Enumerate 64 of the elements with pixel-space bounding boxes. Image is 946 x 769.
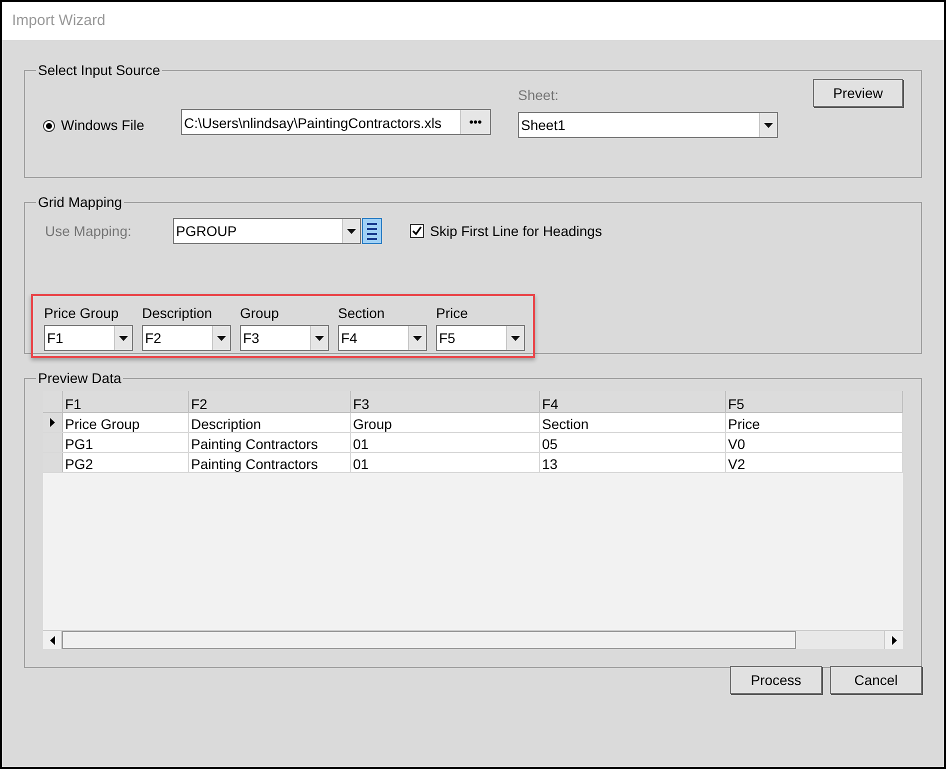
scroll-right-icon[interactable] (884, 631, 903, 649)
preview-button[interactable]: Preview (813, 79, 903, 107)
field-label: Section (338, 304, 386, 323)
horizontal-scrollbar[interactable] (43, 630, 903, 649)
field-combobox[interactable]: F2 (142, 325, 231, 351)
table-cell: Painting Contractors (189, 453, 351, 472)
field-label: Description (142, 304, 214, 323)
dropdown-arrow-icon (119, 336, 128, 340)
dropdown-arrow-icon (217, 336, 226, 340)
dropdown-arrow-icon (764, 122, 773, 128)
table-cell: V0 (726, 433, 903, 452)
table-cell: Price (726, 413, 903, 432)
table-cell: Section (540, 413, 726, 432)
table-cell: Description (189, 413, 351, 432)
column-header[interactable]: F3 (351, 391, 540, 412)
checkbox[interactable] (410, 224, 424, 238)
column-header[interactable]: F4 (540, 391, 726, 412)
group-title: Grid Mapping (37, 193, 124, 212)
dialog-button[interactable]: Cancel (830, 666, 922, 694)
scroll-left-icon[interactable] (43, 631, 62, 649)
field-label: Price Group (44, 304, 120, 323)
combo-value: F2 (144, 329, 162, 348)
column-header[interactable]: F2 (189, 391, 351, 412)
checkbox-label: Skip First Line for Headings (430, 222, 602, 241)
radio-button[interactable] (43, 120, 55, 132)
combo-value: Sheet1 (520, 116, 566, 135)
field-combobox[interactable]: F3 (240, 325, 329, 351)
use-mapping-label: Use Mapping: (45, 222, 132, 241)
row-header[interactable] (43, 413, 63, 432)
group-title: Select Input Source (37, 61, 162, 80)
table-cell: Price Group (63, 413, 189, 432)
scroll-thumb[interactable] (62, 631, 796, 649)
table-cell: PG2 (63, 453, 189, 472)
field-label: Group (240, 304, 280, 323)
column-header[interactable]: F5 (726, 391, 903, 412)
table-cell: PG1 (63, 433, 189, 452)
combo-value: F5 (438, 329, 456, 348)
field-label: Price (436, 304, 469, 323)
field-combobox[interactable]: F5 (436, 325, 525, 351)
dropdown-arrow-icon (347, 228, 356, 234)
sheet-combobox[interactable]: Sheet1 (518, 112, 778, 138)
combo-value: F1 (46, 329, 64, 348)
column-header[interactable]: F1 (63, 391, 189, 412)
table-cell: 13 (540, 453, 726, 472)
table-cell: V2 (726, 453, 903, 472)
dropdown-arrow-icon (413, 336, 422, 340)
group-title: Preview Data (37, 369, 122, 388)
current-row-icon (50, 418, 55, 427)
table-cell: 05 (540, 433, 726, 452)
sheet-label: Sheet: (518, 86, 560, 105)
field-combobox[interactable]: F4 (338, 325, 427, 351)
dialog-button[interactable]: Process (730, 666, 822, 694)
dropdown-arrow-icon (315, 336, 324, 340)
radio-label: Windows File (61, 116, 144, 135)
table-cell: Painting Contractors (189, 433, 351, 452)
dropdown-arrow-icon (511, 336, 520, 340)
table-cell: Group (351, 413, 540, 432)
window-title: Import Wizard (12, 10, 106, 31)
combo-value: F3 (242, 329, 260, 348)
mapping-list-button[interactable] (362, 218, 382, 244)
combo-value: F4 (340, 329, 358, 348)
table-cell: 01 (351, 453, 540, 472)
field-combobox[interactable]: F1 (44, 325, 133, 351)
table-cell: 01 (351, 433, 540, 452)
